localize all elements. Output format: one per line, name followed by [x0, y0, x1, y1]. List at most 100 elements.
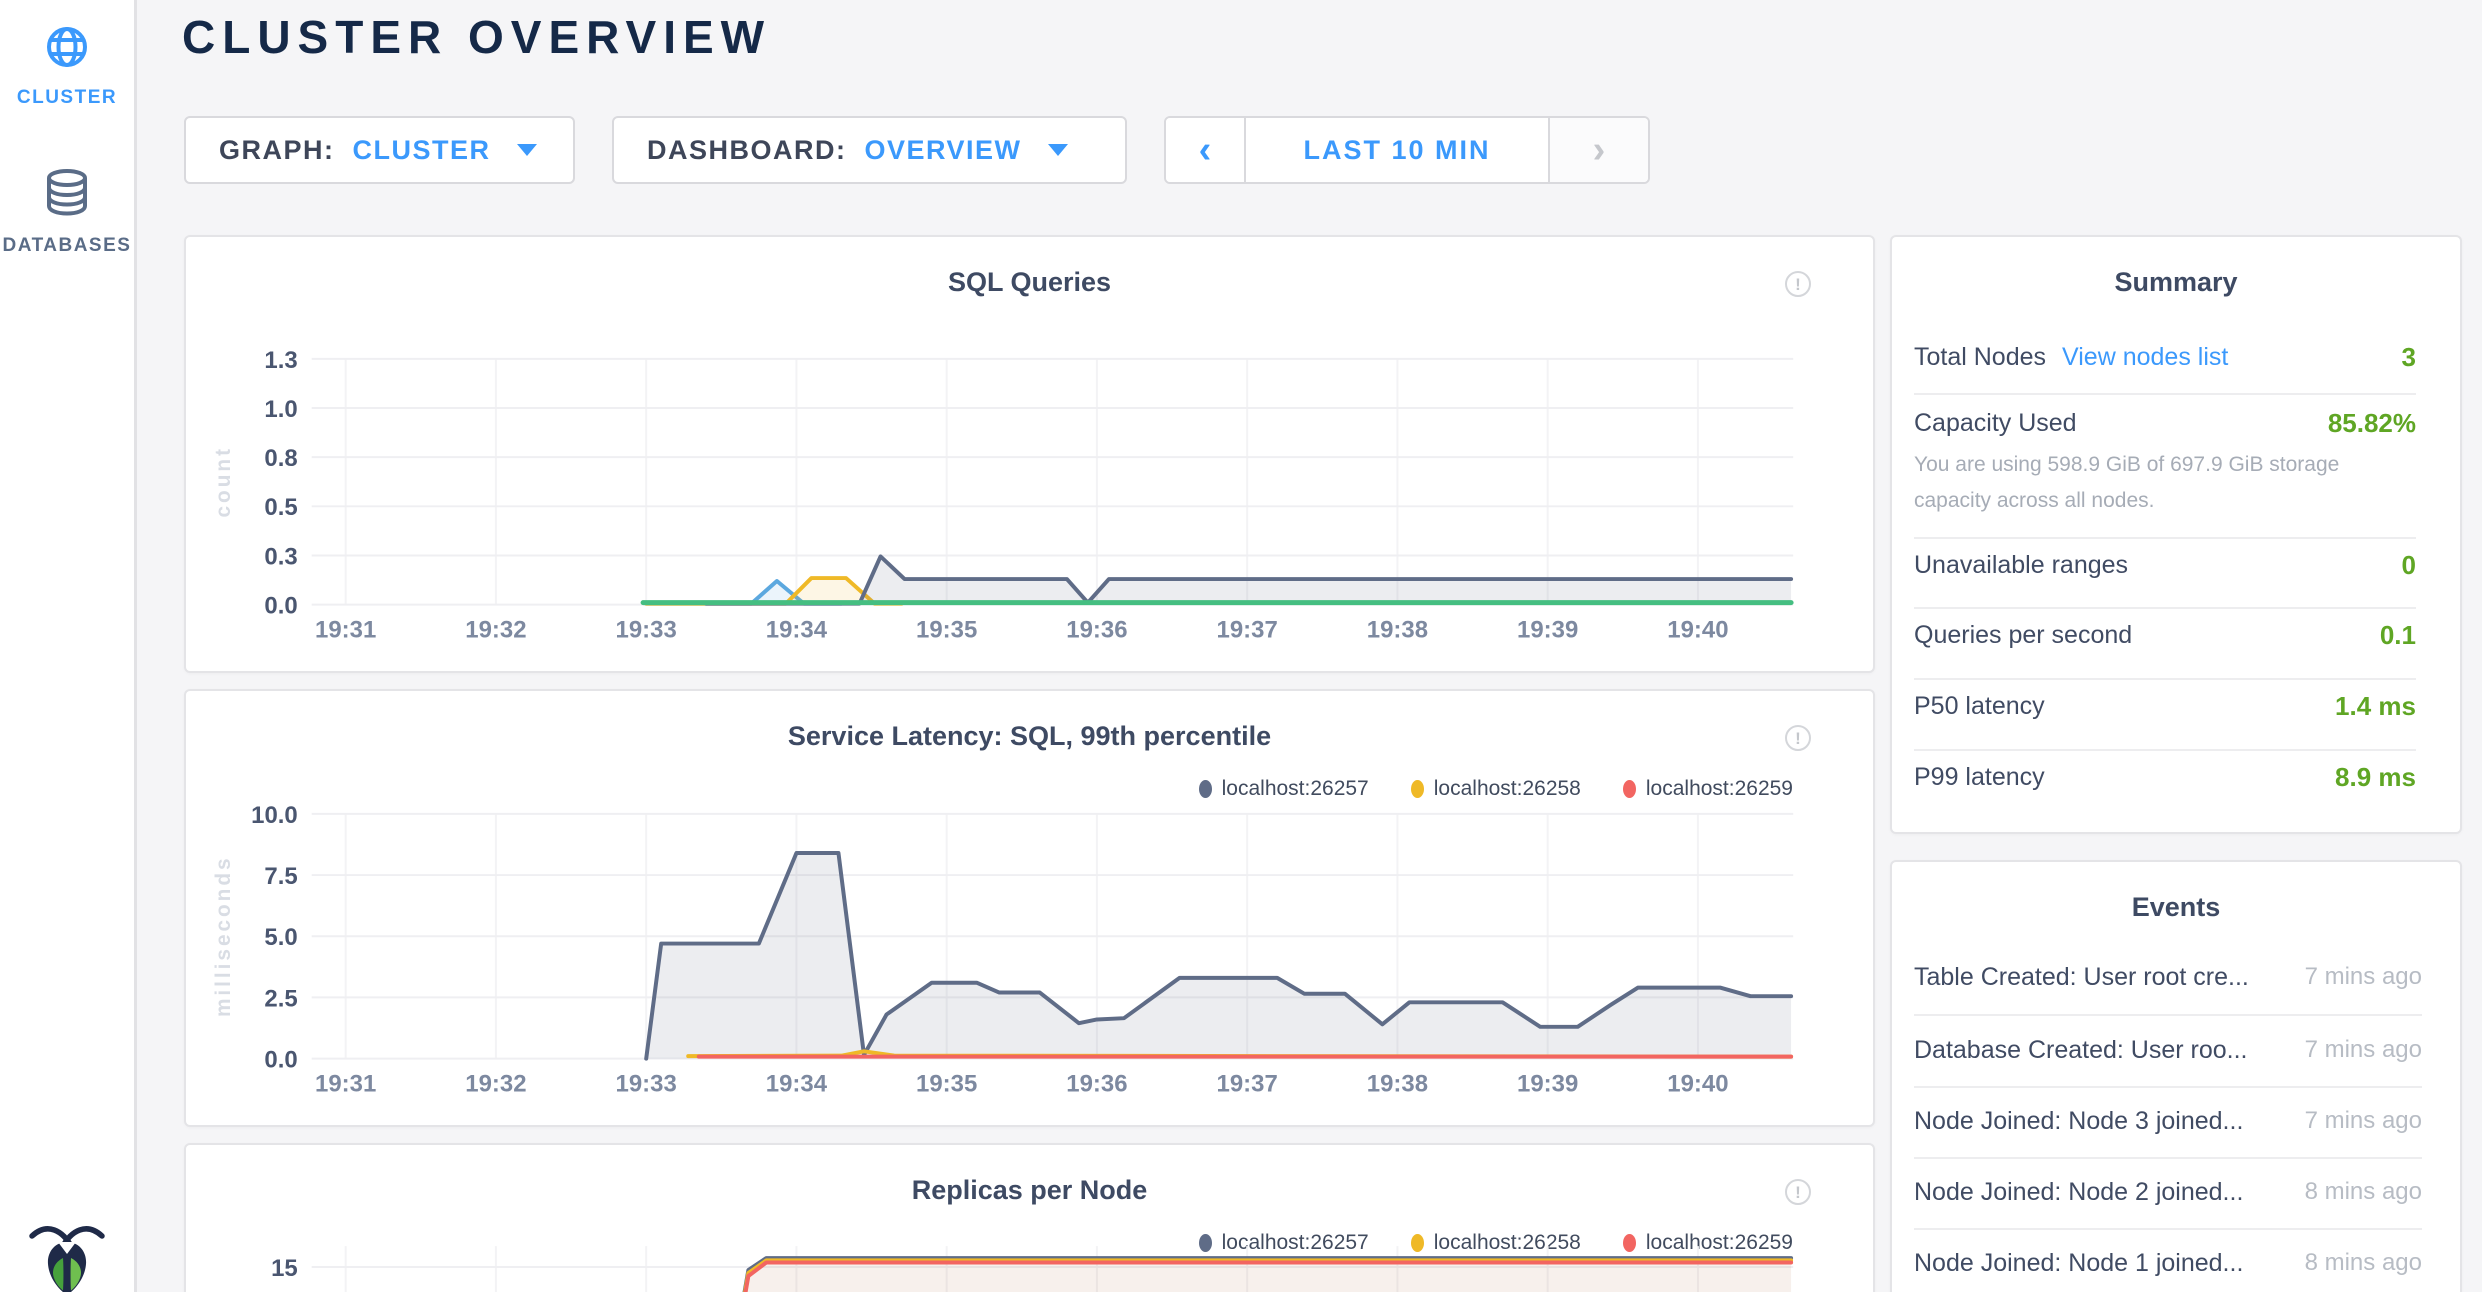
dashboard-dropdown-label: DASHBOARD:: [647, 135, 847, 166]
svg-text:19:32: 19:32: [465, 616, 526, 643]
event-row[interactable]: Table Created: User root cre... 7 mins a…: [1914, 959, 2422, 995]
event-text: Node Joined: Node 3 joined...: [1914, 1107, 2243, 1136]
time-range-selector: ‹ LAST 10 MIN ›: [1164, 116, 1650, 184]
sidebar-item-databases[interactable]: DATABASES: [0, 168, 134, 257]
event-text: Node Joined: Node 2 joined...: [1914, 1178, 2243, 1207]
event-time: 8 mins ago: [2291, 1178, 2422, 1206]
event-text: Database Created: User roo...: [1914, 1036, 2248, 1065]
svg-text:19:33: 19:33: [616, 1070, 677, 1097]
svg-text:19:31: 19:31: [315, 1070, 376, 1097]
svg-text:milliseconds: milliseconds: [212, 855, 235, 1017]
chevron-down-icon: [517, 144, 537, 156]
event-time: 7 mins ago: [2291, 1036, 2422, 1064]
graph-dropdown[interactable]: GRAPH: CLUSTER: [184, 116, 575, 184]
sidebar-item-label: DATABASES: [0, 235, 134, 257]
divider: [1914, 678, 2416, 680]
capacity-subtext-line2: capacity across all nodes.: [1914, 489, 2416, 513]
replicas-per-node-chart: 19:3119:3219:3319:3419:3519:3619:3719:38…: [186, 1145, 1873, 1292]
chevron-down-icon: [1048, 144, 1068, 156]
svg-text:19:32: 19:32: [465, 1070, 526, 1097]
service-latency-chart: 19:31 19:32 19:33 19:34 19:35 19:36 19:37 19:38…: [186, 691, 1873, 1125]
svg-text:count: count: [212, 446, 235, 517]
sidebar-item-cluster[interactable]: CLUSTER: [0, 26, 134, 109]
svg-text:15: 15: [271, 1255, 298, 1282]
sql-queries-chart: 19:3119:3219:3319:3419:3519:3619:3719:38…: [186, 237, 1873, 671]
graph-dropdown-label: GRAPH:: [219, 135, 335, 166]
summary-panel: Summary Total Nodes View nodes list 3 Ca…: [1890, 235, 2462, 834]
page-title: CLUSTER OVERVIEW: [182, 10, 771, 64]
summary-value: 85.82%: [2328, 408, 2416, 439]
svg-text:19:35: 19:35: [916, 1070, 977, 1097]
summary-value: 8.9 ms: [2335, 762, 2416, 793]
summary-label: P99 latency: [1914, 763, 2045, 792]
svg-text:0.3: 0.3: [264, 543, 297, 570]
svg-text:19:35: 19:35: [916, 616, 977, 643]
time-next-button[interactable]: ›: [1550, 118, 1648, 182]
svg-text:19:34: 19:34: [766, 1070, 828, 1097]
event-time: 7 mins ago: [2291, 963, 2422, 991]
cockroachdb-logo-icon: [28, 1216, 106, 1292]
divider: [1914, 1157, 2422, 1159]
time-range-value[interactable]: LAST 10 MIN: [1244, 118, 1550, 182]
divider: [1914, 537, 2416, 539]
sidebar: CLUSTER DATABASES: [0, 0, 137, 1292]
svg-text:19:38: 19:38: [1367, 616, 1428, 643]
database-icon: [44, 168, 90, 221]
event-row[interactable]: Database Created: User roo... 7 mins ago: [1914, 1032, 2422, 1068]
summary-row-qps: Queries per second 0.1: [1914, 617, 2416, 653]
event-text: Table Created: User root cre...: [1914, 963, 2249, 992]
summary-row-total-nodes: Total Nodes View nodes list 3: [1914, 339, 2416, 375]
svg-text:19:36: 19:36: [1066, 616, 1127, 643]
summary-value: 0: [2402, 550, 2416, 581]
divider: [1914, 1228, 2422, 1230]
svg-text:19:36: 19:36: [1066, 1070, 1127, 1097]
summary-row-capacity: Capacity Used 85.82%: [1914, 405, 2416, 441]
globe-icon: [46, 26, 88, 73]
svg-text:19:37: 19:37: [1217, 616, 1278, 643]
graph-dropdown-value: CLUSTER: [353, 135, 491, 166]
sql-queries-card: SQL Queries 19:3119:3219:3319:3419:3519:…: [184, 235, 1875, 673]
summary-row-unavailable-ranges: Unavailable ranges 0: [1914, 547, 2416, 583]
divider: [1914, 607, 2416, 609]
divider: [1914, 393, 2416, 395]
event-time: 7 mins ago: [2291, 1107, 2422, 1135]
summary-value: 0.1: [2380, 620, 2416, 651]
summary-label: Capacity Used: [1914, 409, 2077, 438]
svg-text:19:34: 19:34: [766, 616, 828, 643]
svg-text:7.5: 7.5: [264, 863, 297, 890]
event-row[interactable]: Node Joined: Node 3 joined... 7 mins ago: [1914, 1103, 2422, 1139]
divider: [1914, 749, 2416, 751]
summary-value: 3: [2402, 342, 2416, 373]
summary-label: P50 latency: [1914, 692, 2045, 721]
svg-text:1.3: 1.3: [264, 347, 297, 374]
view-nodes-list-link[interactable]: View nodes list: [2062, 343, 2228, 372]
summary-label: Unavailable ranges: [1914, 551, 2128, 580]
divider: [1914, 1086, 2422, 1088]
summary-row-p50: P50 latency 1.4 ms: [1914, 688, 2416, 724]
event-time: 8 mins ago: [2291, 1249, 2422, 1277]
event-row[interactable]: Node Joined: Node 2 joined... 8 mins ago: [1914, 1174, 2422, 1210]
svg-text:19:40: 19:40: [1667, 616, 1728, 643]
svg-text:5.0: 5.0: [264, 924, 297, 951]
time-prev-button[interactable]: ‹: [1166, 118, 1244, 182]
svg-text:1.0: 1.0: [264, 396, 297, 423]
svg-text:0.8: 0.8: [264, 445, 297, 472]
summary-title: Summary: [1892, 267, 2460, 298]
sidebar-item-label: CLUSTER: [0, 87, 134, 109]
summary-row-p99: P99 latency 8.9 ms: [1914, 759, 2416, 795]
event-row[interactable]: Node Joined: Node 1 joined... 8 mins ago: [1914, 1245, 2422, 1281]
summary-value: 1.4 ms: [2335, 691, 2416, 722]
dashboard-dropdown-value: OVERVIEW: [865, 135, 1022, 166]
event-text: Node Joined: Node 1 joined...: [1914, 1249, 2243, 1278]
svg-text:19:37: 19:37: [1217, 1070, 1278, 1097]
svg-text:19:31: 19:31: [315, 616, 376, 643]
svg-text:19:38: 19:38: [1367, 1070, 1428, 1097]
dashboard-dropdown[interactable]: DASHBOARD: OVERVIEW: [612, 116, 1127, 184]
svg-text:19:40: 19:40: [1667, 1070, 1728, 1097]
replicas-per-node-card: Replicas per Node localhost:26257localho…: [184, 1143, 1875, 1292]
events-title: Events: [1892, 892, 2460, 923]
svg-text:10.0: 10.0: [251, 802, 298, 829]
summary-label: Queries per second: [1914, 621, 2132, 650]
svg-text:19:39: 19:39: [1517, 616, 1578, 643]
svg-text:19:39: 19:39: [1517, 1070, 1578, 1097]
